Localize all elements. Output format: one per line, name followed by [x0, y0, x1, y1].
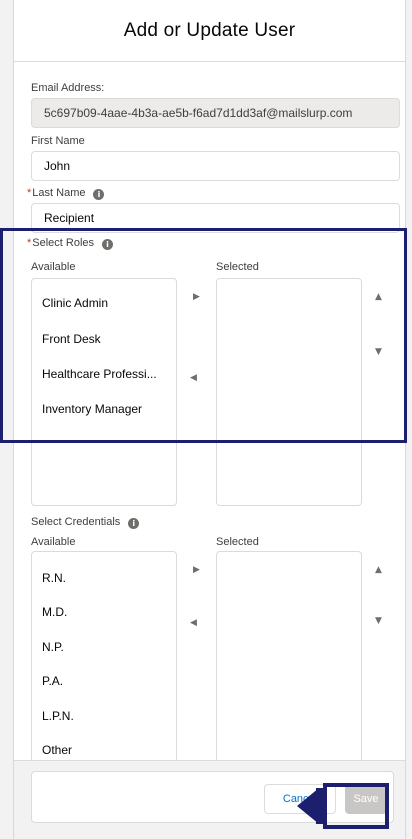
- last-name-input[interactable]: Recipient: [31, 203, 400, 233]
- select-roles-label: *Select Roles i: [27, 237, 114, 250]
- credentials-selected-listbox[interactable]: [216, 551, 362, 779]
- role-option[interactable]: Healthcare Professi...: [42, 367, 157, 381]
- pointer-stem: [316, 788, 323, 824]
- info-icon[interactable]: i: [102, 239, 114, 250]
- role-option[interactable]: Clinic Admin: [42, 296, 108, 310]
- credentials-available-listbox[interactable]: R.N. M.D. N.P. P.A. L.P.N. Other: [31, 551, 177, 779]
- roles-selected-label: Selected: [216, 261, 259, 273]
- modal-header: Add or Update User: [14, 0, 405, 62]
- modal-title: Add or Update User: [123, 19, 296, 41]
- required-asterisk: *: [27, 187, 32, 199]
- modal-footer: Cancel Save: [14, 760, 405, 839]
- credential-option[interactable]: L.P.N.: [42, 709, 74, 723]
- move-down-icon[interactable]: ▼: [375, 616, 382, 626]
- credential-option[interactable]: P.A.: [42, 674, 63, 688]
- role-option[interactable]: Front Desk: [42, 332, 101, 346]
- required-asterisk: *: [27, 237, 32, 249]
- info-icon[interactable]: i: [93, 189, 105, 200]
- move-up-icon[interactable]: ▲: [375, 565, 382, 575]
- credentials-selected-label: Selected: [216, 536, 259, 548]
- select-roles-label-text: Select Roles: [32, 237, 95, 249]
- credential-option[interactable]: R.N.: [42, 571, 66, 585]
- move-left-icon[interactable]: ◀: [190, 618, 197, 628]
- roles-available-listbox[interactable]: Clinic Admin Front Desk Healthcare Profe…: [31, 278, 177, 506]
- move-left-icon[interactable]: ◀: [190, 373, 197, 383]
- user-modal: Add or Update User Email Address: 5c697b…: [13, 0, 406, 839]
- move-right-icon[interactable]: ▶: [193, 292, 200, 302]
- info-icon[interactable]: i: [128, 518, 140, 529]
- role-option[interactable]: Inventory Manager: [42, 402, 142, 416]
- first-name-input[interactable]: John: [31, 151, 400, 181]
- roles-selected-listbox[interactable]: [216, 278, 362, 506]
- move-down-icon[interactable]: ▼: [375, 347, 382, 357]
- email-field: 5c697b09-4aae-4b3a-ae5b-f6ad7d1dd3af@mai…: [31, 98, 400, 128]
- credential-option[interactable]: M.D.: [42, 605, 67, 619]
- move-right-icon[interactable]: ▶: [193, 565, 200, 575]
- select-credentials-label-text: Select Credentials: [31, 516, 121, 528]
- credentials-available-label: Available: [31, 536, 76, 548]
- last-name-label: *Last Name i: [27, 187, 105, 200]
- last-name-label-text: Last Name: [32, 187, 86, 199]
- move-up-icon[interactable]: ▲: [375, 292, 382, 302]
- first-name-label: First Name: [31, 135, 85, 147]
- email-label: Email Address:: [31, 82, 105, 94]
- credential-option[interactable]: Other: [42, 743, 72, 757]
- select-credentials-label: Select Credentials i: [31, 516, 140, 529]
- save-button[interactable]: Save: [345, 784, 387, 814]
- credential-option[interactable]: N.P.: [42, 640, 64, 654]
- roles-available-label: Available: [31, 261, 76, 273]
- footer-panel: Cancel Save: [31, 771, 394, 823]
